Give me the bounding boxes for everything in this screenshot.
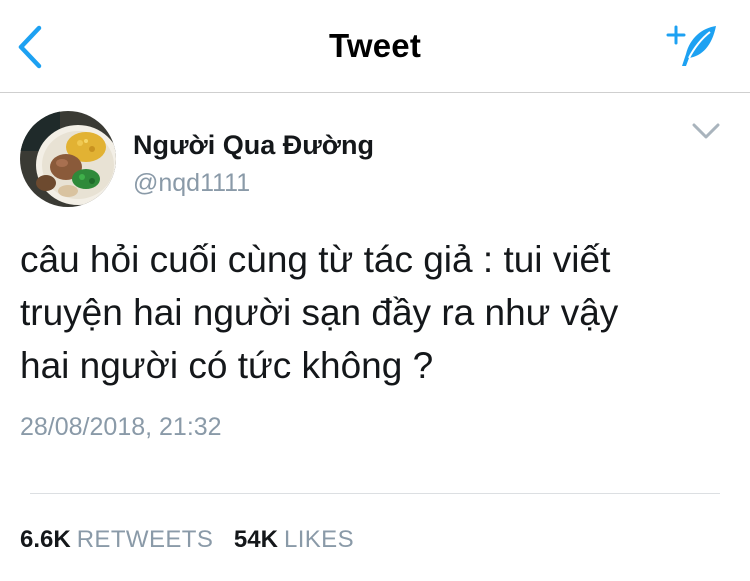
likes-count: 54K [233, 526, 278, 553]
tweet-timestamp: 28/08/2018, 21:32 [20, 413, 222, 441]
chevron-down-icon [692, 123, 720, 139]
likes-label: LIKES [283, 526, 354, 553]
retweets-label: RETWEETS [76, 526, 214, 553]
tweet-text: câu hỏi cuối cùng từ tác giả : tui viết … [20, 239, 619, 386]
tweet-menu-button[interactable] [688, 118, 724, 144]
likes-stat[interactable]: 54K LIKES [234, 526, 354, 554]
author-handle[interactable]: @nqd1111 [133, 169, 250, 198]
retweets-stat[interactable]: 6.6K RETWEETS [20, 526, 213, 554]
navigation-header: Tweet [0, 0, 750, 93]
compose-tweet-button[interactable] [664, 22, 722, 72]
compose-feather-icon [666, 25, 716, 66]
author-display-name[interactable]: Người Qua Đường [133, 130, 374, 161]
retweets-count: 6.6K [20, 526, 71, 553]
tweet-stats: 6.6K RETWEETS 54K LIKES [20, 526, 368, 554]
food-bowl-avatar [20, 111, 116, 207]
avatar[interactable] [20, 111, 116, 207]
divider [30, 493, 720, 494]
page-title: Tweet [328, 27, 422, 64]
